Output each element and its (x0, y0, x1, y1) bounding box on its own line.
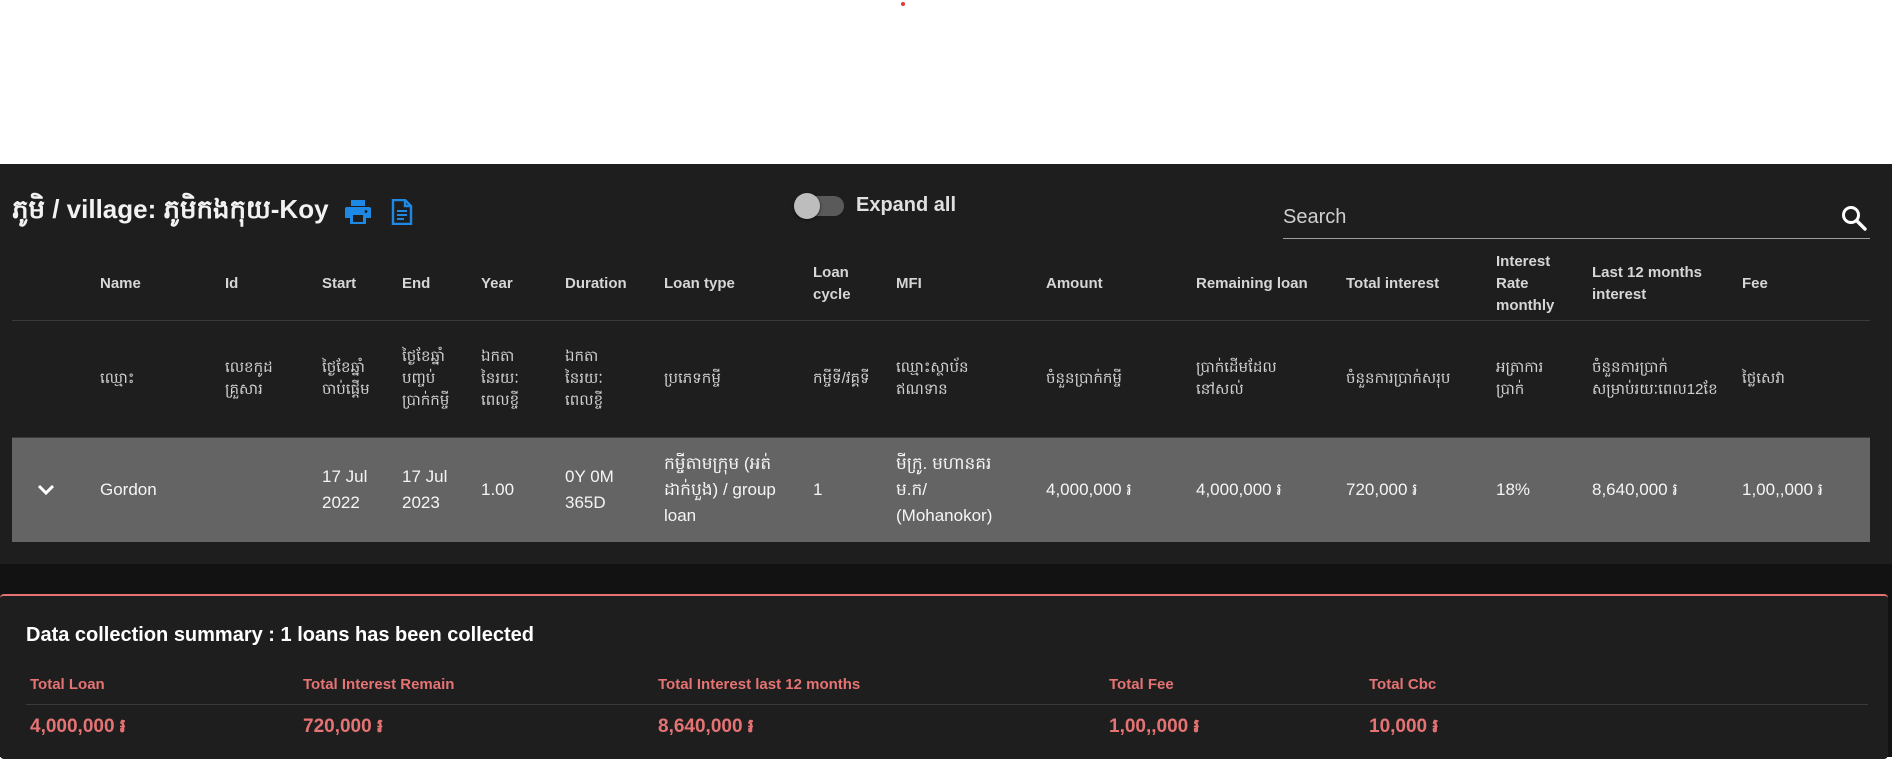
cell-last-12-months: 8,640,000 ៛ (1592, 480, 1678, 499)
print-icon[interactable] (343, 197, 373, 227)
col-header-interest-rate[interactable]: Interest Rate monthly (1496, 248, 1576, 320)
search-input[interactable] (1283, 200, 1823, 234)
expand-all-toggle[interactable]: Expand all (794, 192, 957, 219)
document-icon[interactable] (387, 197, 417, 227)
search-icon[interactable] (1840, 204, 1868, 232)
table-row[interactable]: Gordon 17 Jul 2022 17 Jul 2023 1.00 0Y 0… (12, 438, 1870, 542)
toggle-knob[interactable] (794, 192, 820, 219)
col-header-loan-type[interactable]: Loan type (664, 248, 804, 320)
summary-value-total-fee: 1,00,,000 ៛ (1109, 716, 1200, 737)
cell-loan-cycle: 1 (813, 480, 823, 499)
header-row-kh: ឈ្មោះ លេខកូដគ្រួសារ ថ្ងៃខែឆ្នាំចាប់ផ្តើម… (12, 321, 1870, 438)
cell-end: 17 Jul 2023 (402, 467, 448, 512)
summary-label-total-cbc: Total Cbc (1369, 676, 1437, 693)
col-subheader-loan-type: ប្រភេទកម្ចី (664, 370, 721, 387)
summary-label-total-loan: Total Loan (30, 676, 105, 693)
col-header-amount[interactable]: Amount (1046, 248, 1186, 320)
col-header-name[interactable]: Name (100, 248, 210, 320)
cell-mfi: មីក្រូ. មហានគរ ម.ក/ (Mohanokor) (896, 454, 993, 525)
cell-start: 17 Jul 2022 (322, 467, 368, 512)
loans-table: Name Id Start End Year Duration Loan typ… (12, 248, 1870, 542)
loans-card: ភូមិ / village: ភូមិកងកុយ-Koy Expand all… (0, 164, 1892, 724)
col-subheader-duration: ឯកតានៃរយៈពេលខ្ចី (565, 348, 604, 409)
col-header-end[interactable]: End (402, 248, 472, 320)
col-header-fee[interactable]: Fee (1742, 248, 1852, 320)
red-dot-marker (901, 2, 905, 6)
col-header-loan-cycle[interactable]: Loan cycle (813, 248, 873, 320)
col-subheader-interest-rate: អត្រាការប្រាក់ (1496, 359, 1544, 398)
col-header-remaining-loan[interactable]: Remaining loan (1196, 248, 1341, 320)
col-subheader-fee: ថ្លៃសេវា (1742, 370, 1785, 387)
cell-year: 1.00 (481, 480, 515, 499)
col-header-mfi[interactable]: MFI (896, 248, 1036, 320)
cell-amount: 4,000,000 ៛ (1046, 480, 1132, 499)
cell-remaining-loan: 4,000,000 ៛ (1196, 480, 1282, 499)
cell-loan-type: កម្ចីតាមក្រុម (អត់ដាក់បួង) / group loan (664, 454, 776, 525)
summary-divider (26, 704, 1868, 705)
cell-total-interest: 720,000 ៛ (1346, 480, 1418, 499)
col-header-id[interactable]: Id (225, 248, 315, 320)
cell-duration: 0Y 0M 365D (565, 467, 614, 512)
col-header-last-12-months[interactable]: Last 12 months interest (1592, 248, 1732, 320)
col-header-duration[interactable]: Duration (565, 248, 655, 320)
col-subheader-total-interest: ចំនួនការប្រាក់សរុប (1346, 370, 1451, 387)
expand-all-label: Expand all (856, 194, 957, 216)
col-subheader-remaining-loan: ប្រាក់ដើមដែលនៅសល់ (1196, 359, 1277, 398)
summary-label-total-interest-12-months: Total Interest last 12 months (658, 676, 861, 693)
col-subheader-last-12-months: ចំនួនការប្រាក់សម្រាប់រយៈពេល12ខែ (1592, 359, 1718, 398)
col-subheader-end: ថ្ងៃខែឆ្នាំបញ្ចប់ប្រាក់កម្ចី (402, 348, 450, 409)
summary-card: Data collection summary : 1 loans has be… (0, 594, 1888, 759)
summary-label-total-interest-remain: Total Interest Remain (303, 676, 455, 693)
cell-interest-rate: 18% (1496, 480, 1531, 499)
cell-name: Gordon (100, 480, 157, 499)
col-subheader-mfi: ឈ្មោះស្ថាប័នឥណទាន (896, 359, 969, 398)
chevron-down-icon[interactable] (30, 474, 62, 506)
col-subheader-start: ថ្ងៃខែឆ្នាំចាប់ផ្តើម (322, 359, 370, 398)
col-subheader-name: ឈ្មោះ (100, 370, 135, 387)
main-panel: ភូមិ / village: ភូមិកងកុយ-Koy Expand all… (0, 164, 1892, 759)
cell-fee: 1,00,,000 ៛ (1742, 480, 1824, 499)
col-header-year[interactable]: Year (481, 248, 551, 320)
summary-value-total-interest-remain: 720,000 ៛ (303, 716, 383, 737)
search-field (1283, 200, 1870, 239)
summary-label-total-fee: Total Fee (1109, 676, 1174, 693)
toggle-track[interactable] (794, 192, 844, 219)
col-header-total-interest[interactable]: Total interest (1346, 248, 1486, 320)
summary-title: Data collection summary : 1 loans has be… (26, 624, 534, 646)
summary-value-total-loan: 4,000,000 ៛ (30, 716, 126, 737)
page-title: ភូមិ / village: ភូមិកងកុយ-Koy (12, 194, 329, 224)
col-subheader-loan-cycle: កម្ចីទី/វគ្គទី (813, 370, 870, 387)
col-subheader-amount: ចំនួនប្រាក់កម្ចី (1046, 370, 1122, 387)
summary-value-total-interest-12-months: 8,640,000 ៛ (658, 716, 754, 737)
col-header-start[interactable]: Start (322, 248, 392, 320)
col-subheader-id: លេខកូដគ្រួសារ (225, 359, 273, 398)
summary-value-total-cbc: 10,000 ៛ (1369, 716, 1439, 737)
col-subheader-year: ឯកតានៃរយៈពេលខ្ចី (481, 348, 520, 409)
title-row: ភូមិ / village: ភូមិកងកុយ-Koy (12, 192, 417, 232)
cell-id (225, 438, 315, 542)
header-row-en: Name Id Start End Year Duration Loan typ… (12, 248, 1870, 321)
